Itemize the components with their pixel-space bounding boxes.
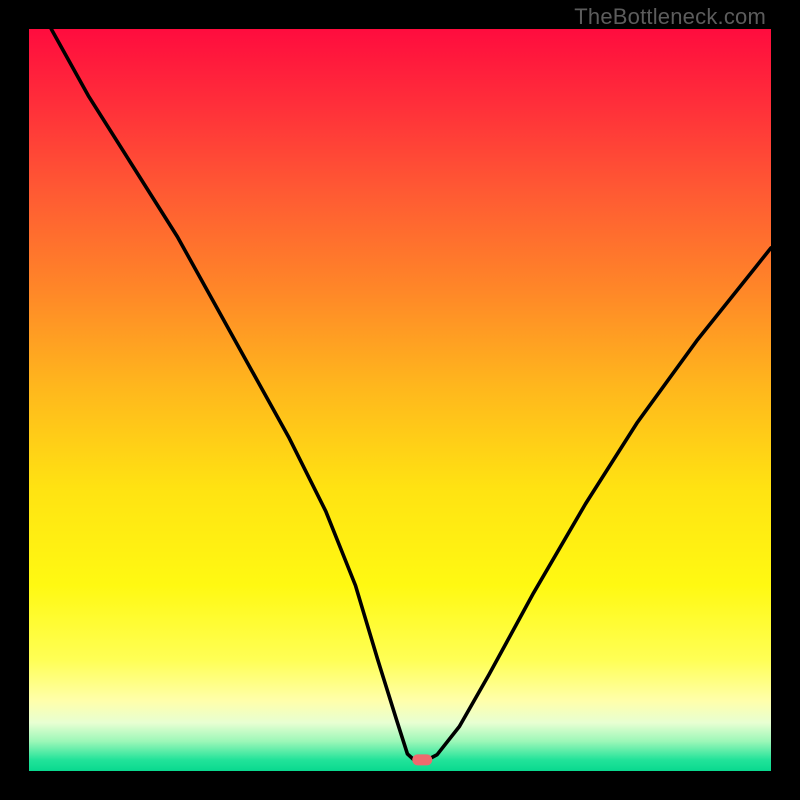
- bottleneck-curve: [29, 29, 771, 771]
- watermark-text: TheBottleneck.com: [574, 4, 766, 30]
- plot-area: [29, 29, 771, 771]
- chart-frame: [29, 29, 771, 771]
- bottleneck-marker: [412, 754, 432, 765]
